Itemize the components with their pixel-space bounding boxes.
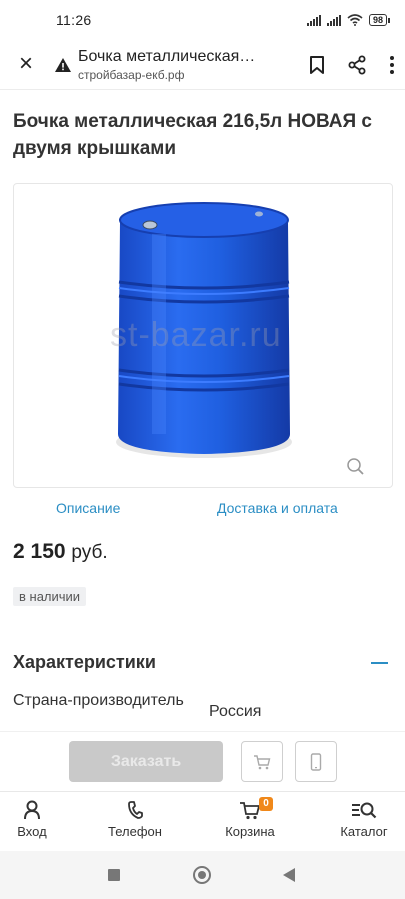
- cart-icon: [254, 754, 271, 769]
- url-title: Бочка металлическая 216,5л НОВАЯ с двумя…: [78, 47, 258, 65]
- close-icon[interactable]: ×: [14, 51, 38, 77]
- tab-description[interactable]: Описание: [56, 500, 120, 516]
- bookmark-icon[interactable]: [309, 55, 325, 75]
- more-icon[interactable]: [389, 55, 395, 75]
- battery-icon: 98: [368, 14, 391, 26]
- share-icon[interactable]: [347, 55, 367, 75]
- zoom-icon[interactable]: [347, 458, 364, 475]
- characteristics-title[interactable]: Характеристики: [13, 652, 156, 673]
- catalog-search-icon: [352, 802, 377, 819]
- quick-order-button[interactable]: [295, 741, 337, 782]
- nav-cart[interactable]: 0 Корзина: [205, 797, 295, 839]
- stock-badge: в наличии: [13, 587, 87, 606]
- back-icon[interactable]: [283, 868, 295, 882]
- image-watermark: st-bazar.ru: [110, 316, 282, 354]
- product-image[interactable]: st-bazar.ru: [13, 183, 393, 488]
- status-icons: 98: [306, 14, 391, 26]
- warning-icon[interactable]: [54, 56, 72, 74]
- mobile-phone-icon: [310, 752, 322, 771]
- add-to-cart-button[interactable]: [241, 741, 283, 782]
- spec-name: Страна-производитель: [13, 692, 184, 709]
- cart-count-badge: 0: [259, 797, 273, 811]
- cart-icon: [240, 802, 261, 820]
- spec-value: Россия: [209, 703, 262, 720]
- nav-catalog-label: Каталог: [340, 824, 388, 839]
- tab-delivery[interactable]: Доставка и оплата: [217, 500, 338, 516]
- product-tabs: Описание Доставка и оплата: [0, 500, 405, 522]
- status-bar: 11:26 98: [0, 0, 405, 40]
- home-icon[interactable]: [193, 866, 211, 884]
- price-currency: руб.: [71, 542, 108, 563]
- browser-bar: × Бочка металлическая 216,5л НОВАЯ с дву…: [0, 40, 405, 90]
- price-amount: 2 150: [13, 540, 66, 563]
- phone-icon: [128, 801, 143, 819]
- signal-icon-2: [326, 14, 341, 26]
- order-button[interactable]: Заказать: [69, 741, 223, 782]
- nav-cart-label: Корзина: [225, 824, 275, 839]
- collapse-icon[interactable]: [371, 662, 388, 664]
- product-title: Бочка металлическая 216,5л НОВАЯ с двумя…: [13, 111, 372, 159]
- nav-login-label: Вход: [17, 824, 47, 839]
- url-block[interactable]: Бочка металлическая 216,5л НОВАЯ с двумя…: [78, 48, 295, 82]
- order-bar: Заказать: [0, 731, 405, 791]
- system-nav-bar: [0, 851, 405, 899]
- url-domain: стройбазар-екб.рф: [78, 67, 185, 82]
- nav-phone[interactable]: Телефон: [90, 800, 180, 839]
- signal-icon: [306, 14, 321, 26]
- nav-login[interactable]: Вход: [0, 800, 77, 839]
- bottom-nav: Вход Телефон 0 Корзина Каталог: [0, 791, 405, 849]
- nav-catalog[interactable]: Каталог: [319, 800, 405, 839]
- wifi-icon: [347, 14, 363, 26]
- status-time: 11:26: [56, 12, 92, 28]
- recent-apps-icon[interactable]: [108, 869, 120, 881]
- nav-phone-label: Телефон: [108, 824, 162, 839]
- product-price: 2 150 руб.: [13, 540, 108, 564]
- user-icon: [24, 800, 40, 820]
